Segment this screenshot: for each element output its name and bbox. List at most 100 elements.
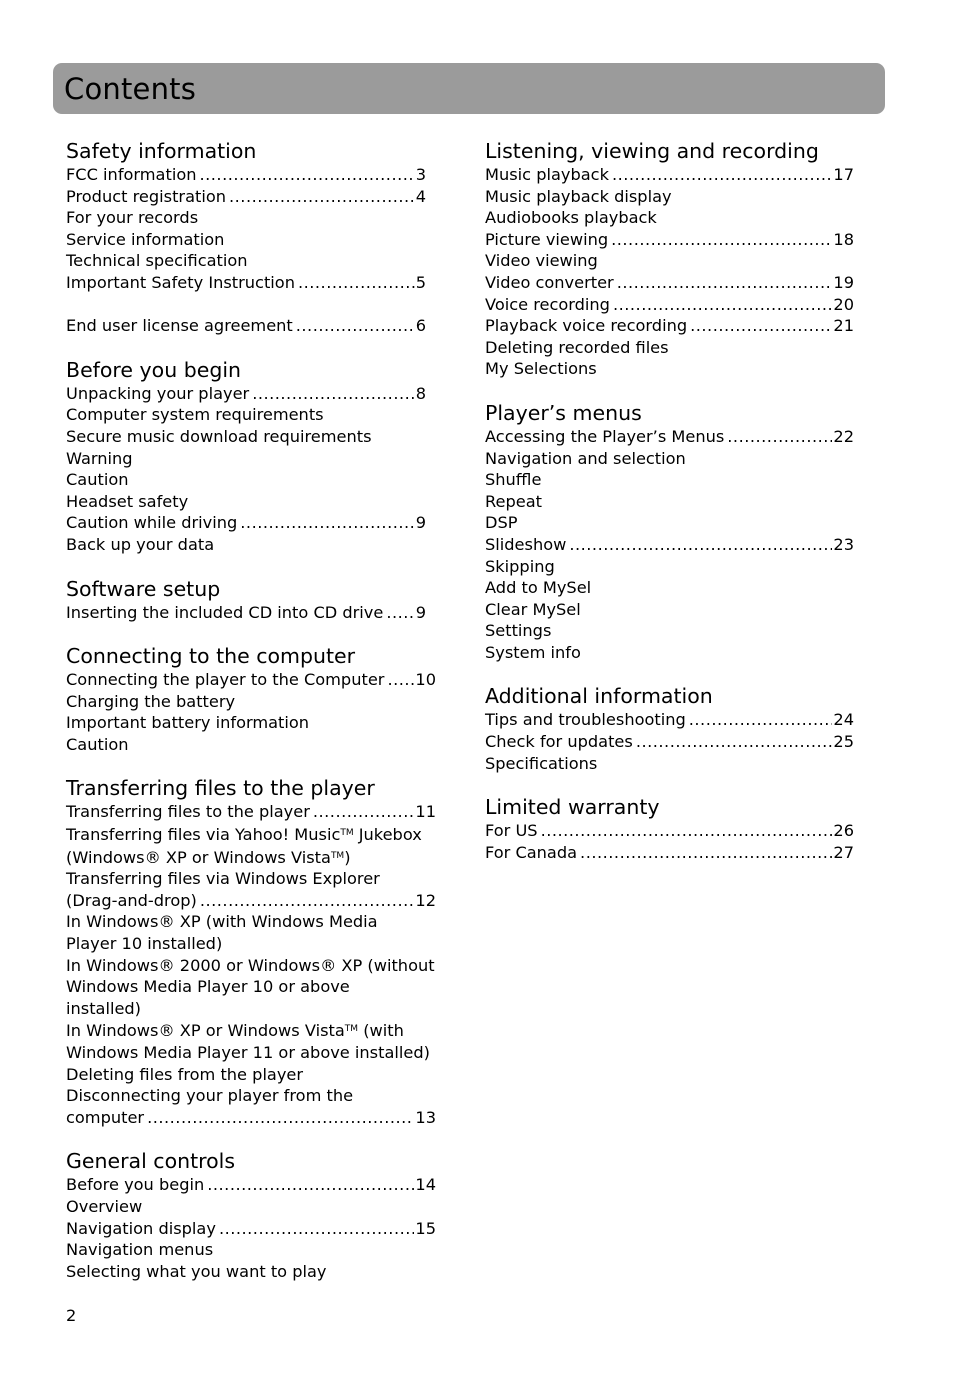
toc-entry-label: Video converter	[485, 272, 614, 292]
dot-leader	[690, 315, 832, 337]
toc-entry[interactable]: Caution	[66, 734, 456, 756]
toc-section-connecting-to-the-computer: Connecting to the computer Connecting the…	[66, 644, 456, 755]
toc-entry[interactable]: Connecting the player to the Computer 10	[66, 669, 436, 691]
toc-entry[interactable]: Selecting what you want to play	[66, 1261, 456, 1283]
toc-entry[interactable]: Music playback display	[485, 186, 857, 208]
trademark-symbol: TM	[340, 828, 354, 839]
toc-entry-label: Specifications	[485, 753, 598, 773]
toc-entry[interactable]: Check for updates 25	[485, 731, 854, 753]
toc-entry-label: installed)	[66, 998, 142, 1018]
toc-entry-label: Windows Media Player 10 or above	[66, 977, 350, 997]
toc-entry[interactable]: Service information	[66, 229, 456, 251]
toc-entry[interactable]: Specifications	[485, 753, 857, 775]
toc-entry-label: Clear MySel	[485, 599, 581, 619]
toc-entry[interactable]: Charging the battery	[66, 691, 456, 713]
toc-entry[interactable]: Computer system requirements	[66, 404, 456, 426]
toc-entry[interactable]: (Windows® XP or Windows VistaTM)	[66, 846, 456, 869]
toc-entry[interactable]: Navigation and selection	[485, 448, 857, 470]
toc-entry[interactable]: For US 26	[485, 820, 854, 842]
toc-entry-label: Connecting the player to the Computer	[66, 670, 385, 690]
toc-entry[interactable]: Before you begin 14	[66, 1174, 436, 1196]
toc-entry[interactable]: Secure music download requirements	[66, 426, 456, 448]
toc-entry[interactable]: Technical specification	[66, 250, 456, 272]
toc-entry-label: Transferring files via Windows Explorer	[66, 869, 380, 889]
dot-leader	[611, 229, 832, 251]
toc-entry[interactable]: installed)	[66, 998, 456, 1020]
toc-entry[interactable]: Shuffle	[485, 469, 857, 491]
toc-entry[interactable]: For Canada 27	[485, 842, 854, 864]
toc-entry-label: Before you begin	[66, 1175, 205, 1195]
dot-leader	[689, 709, 833, 731]
toc-entry[interactable]: Clear MySel	[485, 599, 857, 621]
toc-entry[interactable]: Transferring files via Windows Explorer	[66, 868, 456, 890]
toc-entry[interactable]: Navigation display 15	[66, 1218, 436, 1240]
dot-leader	[386, 602, 414, 624]
toc-entry[interactable]: Transferring files to the player 11	[66, 801, 436, 823]
toc-entry[interactable]: Settings	[485, 620, 857, 642]
toc-entry[interactable]: computer 13	[66, 1107, 436, 1129]
section-heading: General controls	[66, 1149, 236, 1174]
toc-entry-page-number: 9	[415, 513, 426, 533]
toc-entry-label: Overview	[66, 1196, 143, 1216]
toc-entry-page-number: 21	[833, 316, 854, 336]
toc-entry-page-number: 22	[833, 426, 854, 446]
toc-entry[interactable]: Product registration 4	[66, 186, 426, 208]
toc-entry[interactable]: End user license agreement 6	[66, 315, 426, 337]
toc-entry-page-number: 17	[833, 165, 854, 184]
toc-entry[interactable]: Playback voice recording 21	[485, 315, 854, 337]
toc-entry[interactable]: Transferring files via Yahoo! MusicTM Ju…	[66, 823, 456, 846]
toc-entry[interactable]: Inserting the included CD into CD drive 9	[66, 602, 426, 624]
toc-entry[interactable]: Warning	[66, 448, 456, 470]
toc-entry[interactable]: Video viewing	[485, 250, 857, 272]
toc-entry-label: In Windows® XP (with Windows Media	[66, 912, 378, 932]
toc-entry-label: (Windows® XP or Windows VistaTM)	[66, 847, 351, 867]
toc-entry-label: Voice recording	[485, 294, 610, 314]
toc-entry[interactable]: Audiobooks playback	[485, 207, 857, 229]
toc-entry[interactable]: Music playback 17	[485, 164, 854, 186]
toc-entry[interactable]: In Windows® XP or Windows VistaTM (with	[66, 1019, 456, 1042]
dot-leader	[569, 534, 832, 556]
toc-entry[interactable]: For your records	[66, 207, 456, 229]
toc-entry[interactable]: Caution	[66, 469, 456, 491]
toc-entry[interactable]: Accessing the Player’s Menus 22	[485, 426, 854, 448]
toc-entry[interactable]: System info	[485, 642, 857, 664]
toc-entry[interactable]: Disconnecting your player from the	[66, 1085, 456, 1107]
toc-entry-page-number: 9	[415, 602, 426, 622]
toc-entry-label: Important Safety Instruction	[66, 272, 295, 292]
toc-entry[interactable]: Navigation menus	[66, 1239, 456, 1261]
toc-section-player-s-menus: Player’s menus Accessing the Player’s Men…	[485, 401, 857, 664]
toc-entry[interactable]: Back up your data	[66, 534, 456, 556]
toc-entry[interactable]: In Windows® XP (with Windows Media	[66, 911, 456, 933]
toc-entry[interactable]: Windows Media Player 10 or above	[66, 976, 456, 998]
toc-entry[interactable]: Picture viewing 18	[485, 229, 854, 251]
toc-entry[interactable]: Important Safety Instruction 5	[66, 272, 426, 294]
toc-entry[interactable]: FCC information 3	[66, 164, 426, 186]
toc-entry[interactable]: Headset safety	[66, 491, 456, 513]
toc-entry[interactable]: Skipping	[485, 556, 857, 578]
toc-entry[interactable]: Deleting files from the player	[66, 1064, 456, 1086]
toc-entry[interactable]: Unpacking your player 8	[66, 383, 426, 405]
toc-entry[interactable]: (Drag-and-drop) 12	[66, 890, 436, 912]
toc-entry[interactable]: Slideshow 23	[485, 534, 854, 556]
toc-entry[interactable]: Deleting recorded files	[485, 337, 857, 359]
toc-entry-page-number: 25	[833, 732, 854, 752]
toc-entry-label: computer	[66, 1107, 145, 1127]
toc-entry[interactable]: Video converter 19	[485, 272, 854, 294]
section-heading: Transferring files to the player	[66, 776, 375, 801]
toc-entry[interactable]: DSP	[485, 512, 857, 534]
toc-entry[interactable]: Important battery information	[66, 712, 456, 734]
toc-entry[interactable]: Voice recording 20	[485, 294, 854, 316]
toc-entry-label: Music playback display	[485, 186, 672, 206]
toc-entry[interactable]: Caution while driving 9	[66, 512, 426, 534]
toc-right-column: Listening, viewing and recording Music pl…	[485, 137, 857, 884]
toc-entry[interactable]: My Selections	[485, 358, 857, 380]
toc-entry[interactable]: Add to MySel	[485, 577, 857, 599]
toc-entry[interactable]: Overview	[66, 1196, 456, 1218]
toc-entry[interactable]: Tips and troubleshooting 24	[485, 709, 854, 731]
toc-entry[interactable]: Repeat	[485, 491, 857, 513]
dot-leader	[617, 272, 833, 294]
toc-entry[interactable]: Player 10 installed)	[66, 933, 456, 955]
toc-entry[interactable]: Windows Media Player 11 or above install…	[66, 1042, 456, 1064]
toc-section-transferring-files-to-the-player: Transferring files to the player Transfer…	[66, 776, 456, 1128]
toc-entry[interactable]: In Windows® 2000 or Windows® XP (without	[66, 955, 456, 977]
